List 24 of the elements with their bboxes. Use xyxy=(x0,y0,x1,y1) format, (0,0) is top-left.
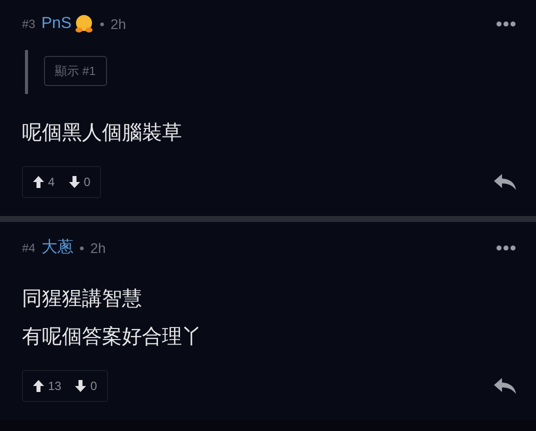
downvote-button[interactable]: 0 xyxy=(75,377,98,395)
reply-icon[interactable] xyxy=(494,378,516,394)
more-icon[interactable] xyxy=(496,245,516,251)
username-link[interactable]: 大蔥 xyxy=(41,236,74,260)
post-time: 2h xyxy=(90,238,106,258)
post-text: 有呢個答案好合理丫 xyxy=(22,325,203,350)
post-number: #3 xyxy=(22,16,36,33)
separator-dot: • xyxy=(79,238,84,258)
post-time: 2h xyxy=(110,14,126,34)
down-arrow-icon xyxy=(75,380,86,392)
up-arrow-icon xyxy=(33,380,44,392)
post-text: 同猩猩講智慧 xyxy=(22,287,143,312)
downvote-button[interactable]: 0 xyxy=(68,173,90,191)
username-link[interactable]: PnS xyxy=(41,12,72,36)
reply-icon[interactable] xyxy=(494,174,516,190)
up-arrow-icon xyxy=(33,176,44,188)
more-icon[interactable] xyxy=(496,21,516,27)
separator-dot: • xyxy=(100,14,105,34)
post-text: 呢個黑人個腦裝草 xyxy=(22,121,183,146)
down-arrow-icon xyxy=(68,176,80,188)
upvote-button[interactable]: 13 xyxy=(33,377,62,395)
show-quote-button[interactable]: 顯示 #1 xyxy=(44,56,107,86)
upvote-button[interactable]: 4 xyxy=(33,173,55,191)
post-number: #4 xyxy=(22,240,36,257)
